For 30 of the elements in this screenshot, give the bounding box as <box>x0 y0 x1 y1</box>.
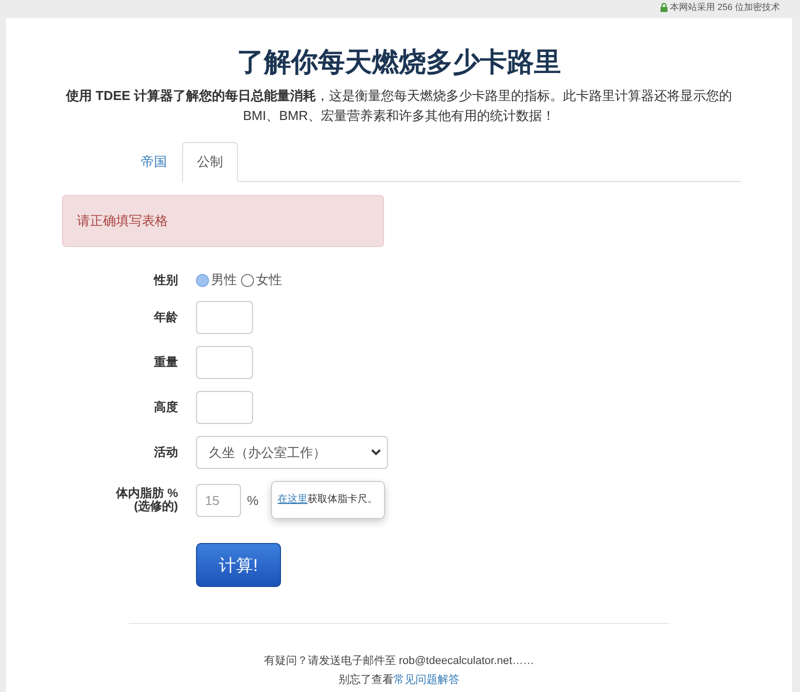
faq-text: 别忘了查看常见问题解答 <box>338 672 460 688</box>
chevron-icon <box>371 449 381 456</box>
radio-label: 女性 <box>256 271 282 289</box>
radio-button[interactable] <box>241 274 254 286</box>
contact-text: 有疑问？请发送电子邮件至 rob@tdeecalculator.net…… <box>264 654 534 669</box>
lock-icon <box>660 2 668 12</box>
unit-tab[interactable]: 公制 <box>182 142 238 182</box>
radio-label: 男性 <box>211 271 237 289</box>
security-note: 本网站采用 256 位加密技术 <box>660 0 780 14</box>
field-label: 重量 <box>153 356 178 369</box>
input-field[interactable] <box>196 301 253 334</box>
field-label: 活动 <box>153 446 178 459</box>
error-alert: 请正确填写表格 <box>62 195 384 247</box>
popover-text: 在这里获取体脂卡尺。 <box>270 481 385 519</box>
intro-text: 使用 TDEE 计算器了解您的每日总能量消耗，这是衡量您每天燃烧多少卡路里的指标。此卡路里计算器还将显示您的BMI、BMR、宏量营养素和许多其他有用的统计数据！ <box>64 87 733 125</box>
unit-label: % <box>247 492 259 508</box>
input-field[interactable]: 15 <box>196 484 241 516</box>
activity-select[interactable]: 久坐（办公室工作） <box>196 436 388 469</box>
field-label: 体内脂肪 % <box>116 486 178 500</box>
input-field[interactable] <box>196 346 253 379</box>
field-label: 性别 <box>152 274 178 286</box>
faq-link[interactable]: 常见问题解答 <box>394 674 460 686</box>
caliper-link[interactable]: 在这里 <box>278 494 308 505</box>
field-label: 高度 <box>153 401 178 414</box>
page-title: 了解你每天燃烧多少卡路里 <box>237 46 561 79</box>
calculate-button[interactable]: 计算! <box>196 543 281 587</box>
radio-button[interactable] <box>196 274 209 286</box>
field-label: 年龄 <box>152 311 178 324</box>
input-field[interactable] <box>196 391 253 424</box>
optional-note: (选修的) <box>134 499 178 513</box>
